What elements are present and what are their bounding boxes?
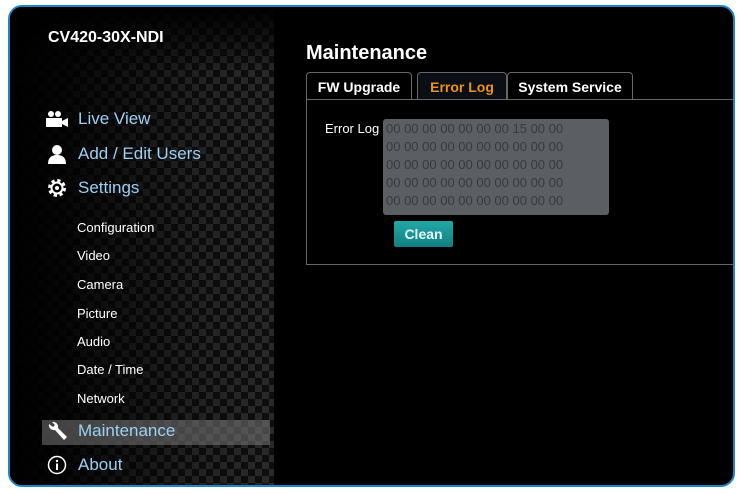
nav-audio[interactable]: Audio: [77, 334, 110, 349]
error-log-textarea[interactable]: 00 00 00 00 00 00 00 15 00 00 00 00 00 0…: [383, 119, 609, 215]
clean-button[interactable]: Clean: [394, 221, 453, 247]
page-title: Maintenance: [306, 42, 428, 64]
nav-network[interactable]: Network: [77, 391, 125, 406]
nav-label: About: [78, 455, 123, 474]
user-icon: [44, 144, 70, 164]
nav-about[interactable]: About: [44, 455, 122, 475]
nav-label: Settings: [78, 178, 140, 197]
nav-label: Maintenance: [78, 421, 176, 440]
tab-error-log[interactable]: Error Log: [417, 72, 507, 100]
nav-configuration[interactable]: Configuration: [77, 220, 154, 235]
device-name: CV420-30X-NDI: [48, 29, 164, 46]
info-icon: [44, 455, 70, 475]
gear-icon: [44, 178, 70, 198]
tab-system-service[interactable]: System Service: [507, 72, 633, 100]
video-camera-icon: [44, 109, 70, 129]
nav-settings[interactable]: Settings: [44, 178, 139, 198]
nav-live-view[interactable]: Live View: [44, 109, 150, 129]
nav-picture[interactable]: Picture: [77, 306, 117, 321]
wrench-icon: [44, 421, 70, 441]
nav-add-edit-users[interactable]: Add / Edit Users: [44, 144, 201, 164]
app-window: CV420-30X-NDI Live View Add / Edit Users…: [8, 5, 735, 487]
sidebar: CV420-30X-NDI Live View Add / Edit Users…: [10, 7, 274, 485]
nav-video[interactable]: Video: [77, 248, 110, 263]
nav-label: Live View: [78, 109, 151, 128]
tab-fw-upgrade[interactable]: FW Upgrade: [306, 72, 412, 100]
nav-camera[interactable]: Camera: [77, 277, 123, 292]
nav-date-time[interactable]: Date / Time: [77, 362, 143, 377]
nav-maintenance[interactable]: Maintenance: [44, 421, 175, 441]
error-log-label: Error Log: [325, 121, 380, 136]
error-log-panel: Error Log 00 00 00 00 00 00 00 15 00 00 …: [306, 99, 733, 265]
nav-label: Add / Edit Users: [78, 144, 201, 163]
